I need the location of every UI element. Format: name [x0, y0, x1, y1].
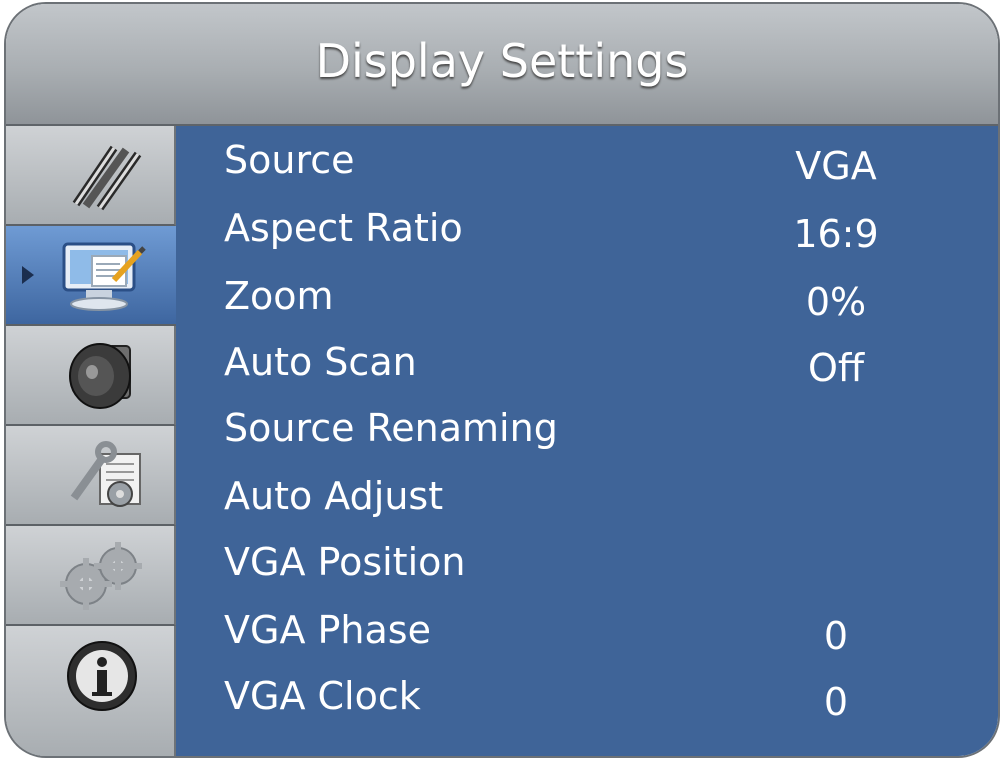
menu-row-vga-clock[interactable]: VGA Clock 0 [176, 666, 998, 726]
menu-row-label: Source Renaming [224, 406, 558, 450]
sidebar-item-pencils[interactable] [6, 126, 176, 226]
pencils-icon [72, 145, 142, 211]
menu-row-value: 0 [823, 614, 849, 658]
menu-row-label: Auto Scan [224, 340, 417, 384]
speaker-icon [69, 343, 131, 409]
sidebar-item-sound[interactable] [6, 326, 176, 426]
menu-row-label: Aspect Ratio [224, 206, 463, 250]
menu-row-label: VGA Position [224, 540, 466, 584]
sidebar-item-setup[interactable] [6, 426, 176, 526]
info-icon [67, 641, 137, 711]
menu-row-label: Auto Adjust [224, 474, 444, 518]
menu-row-source[interactable]: Source VGA [176, 130, 998, 190]
sidebar-item-display[interactable] [6, 226, 176, 326]
menu-row-value: 0 [823, 680, 849, 724]
menu-row-label: VGA Phase [224, 608, 431, 652]
title-bar: Display Settings [6, 4, 998, 126]
menu-row-value: 0% [805, 280, 867, 324]
menu-row-label: Zoom [224, 274, 334, 318]
menu-row-value: Off [807, 346, 865, 390]
menu-row-auto-adjust[interactable]: Auto Adjust [176, 466, 998, 526]
menu-row-value: 16:9 [793, 212, 879, 256]
selection-arrow-icon [22, 266, 34, 284]
menu-row-source-renaming[interactable]: Source Renaming [176, 398, 998, 458]
menu-row-auto-scan[interactable]: Auto Scan Off [176, 332, 998, 392]
menu-row-label: Source [224, 138, 355, 182]
menu-row-vga-position[interactable]: VGA Position [176, 532, 998, 592]
menu-row-aspect-ratio[interactable]: Aspect Ratio 16:9 [176, 198, 998, 258]
sidebar-item-info[interactable] [6, 626, 176, 756]
sidebar [6, 126, 176, 756]
tools-icon [70, 441, 141, 507]
menu-row-zoom[interactable]: Zoom 0% [176, 266, 998, 326]
menu-row-value: VGA [795, 144, 877, 188]
display-settings-icon [62, 242, 146, 311]
settings-list: Source VGA Aspect Ratio 16:9 Zoom 0% Aut… [176, 126, 998, 756]
osd-window: Display Settings Source VGA Aspect Ratio… [6, 4, 998, 756]
menu-row-label: VGA Clock [224, 674, 421, 718]
gears-icon [60, 542, 142, 610]
menu-row-vga-phase[interactable]: VGA Phase 0 [176, 600, 998, 660]
sidebar-item-advanced[interactable] [6, 526, 176, 626]
page-title: Display Settings [315, 34, 689, 88]
